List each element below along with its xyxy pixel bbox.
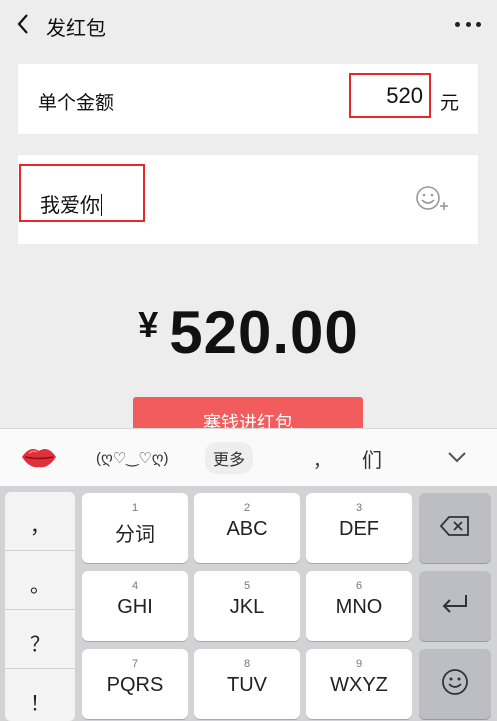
key-number: 8 bbox=[243, 658, 251, 670]
key-2[interactable]: 2 ABC bbox=[194, 493, 300, 563]
key-8[interactable]: 8 TUV bbox=[194, 649, 300, 719]
key-3[interactable]: 3 DEF bbox=[306, 493, 412, 563]
emoji-key[interactable] bbox=[419, 649, 491, 719]
ime-candidate-bar: (ღ♡‿♡ღ) 更多 ， 们 bbox=[0, 428, 497, 486]
punctuation-column: ， 。 ？ ！ bbox=[5, 492, 75, 721]
lips-emoji-icon[interactable] bbox=[20, 443, 58, 471]
key-6[interactable]: 6 MNO bbox=[306, 571, 412, 641]
key-1[interactable]: 1 分词 bbox=[82, 493, 188, 563]
key-label: MNO bbox=[335, 596, 383, 618]
key-number: 2 bbox=[243, 502, 251, 514]
key-number: 1 bbox=[131, 502, 139, 514]
smiley-icon bbox=[441, 668, 469, 701]
more-candidates-button[interactable]: 更多 bbox=[205, 442, 254, 474]
kaomoji-candidate[interactable]: (ღ♡‿♡ღ) bbox=[96, 449, 169, 467]
header-bar: 发红包 bbox=[0, 0, 497, 50]
punct-key[interactable]: ， bbox=[5, 492, 75, 551]
key-number: 5 bbox=[243, 580, 251, 592]
greeting-input[interactable]: 我爱你 bbox=[19, 164, 145, 222]
key-4[interactable]: 4 GHI bbox=[82, 571, 188, 641]
key-label: PQRS bbox=[106, 674, 164, 696]
total-amount: ¥520.00 bbox=[0, 298, 497, 367]
key-label: DEF bbox=[339, 518, 379, 540]
amount-unit: 元 bbox=[440, 93, 460, 114]
more-options-icon[interactable] bbox=[455, 22, 481, 28]
key-number: 6 bbox=[355, 580, 363, 592]
key-number: 7 bbox=[131, 658, 139, 670]
comma-candidate[interactable]: ， bbox=[313, 447, 331, 473]
key-label: GHI bbox=[117, 596, 153, 618]
key-5[interactable]: 5 JKL bbox=[194, 571, 300, 641]
key-label: ABC bbox=[226, 518, 268, 540]
key-7[interactable]: 7 PQRS bbox=[82, 649, 188, 719]
return-icon bbox=[440, 593, 470, 620]
key-number: 3 bbox=[355, 502, 363, 514]
emoji-add-icon[interactable] bbox=[414, 184, 448, 214]
key-number: 4 bbox=[131, 580, 139, 592]
amount-input[interactable]: 520 bbox=[349, 73, 431, 118]
currency-symbol: ¥ bbox=[138, 304, 160, 345]
punct-key[interactable]: 。 bbox=[5, 551, 75, 610]
key-number: 9 bbox=[355, 658, 363, 670]
punct-key[interactable]: ？ bbox=[5, 610, 75, 669]
backspace-icon bbox=[439, 515, 470, 541]
page-title: 发红包 bbox=[46, 18, 106, 40]
key-label: WXYZ bbox=[330, 674, 388, 696]
word-candidate[interactable]: 们 bbox=[362, 444, 382, 473]
t9-keyboard: ， 。 ？ ！ 1 分词 2 ABC 3 DEF 4 GHI 5 JKL 6 MNO 7 PQ… bbox=[0, 486, 497, 721]
enter-key[interactable] bbox=[419, 571, 491, 641]
text-caret bbox=[101, 194, 102, 216]
back-icon[interactable] bbox=[12, 11, 34, 37]
key-label: 分词 bbox=[115, 524, 155, 546]
key-9[interactable]: 9 WXYZ bbox=[306, 649, 412, 719]
backspace-key[interactable] bbox=[419, 493, 491, 563]
amount-label: 单个金额 bbox=[38, 93, 115, 114]
chevron-down-icon[interactable] bbox=[446, 449, 468, 465]
key-label: JKL bbox=[229, 596, 265, 618]
punct-key[interactable]: ！ bbox=[5, 669, 75, 721]
key-label: TUV bbox=[227, 674, 267, 696]
total-value: 520.00 bbox=[169, 299, 359, 366]
greeting-text: 我爱你 bbox=[40, 195, 100, 217]
